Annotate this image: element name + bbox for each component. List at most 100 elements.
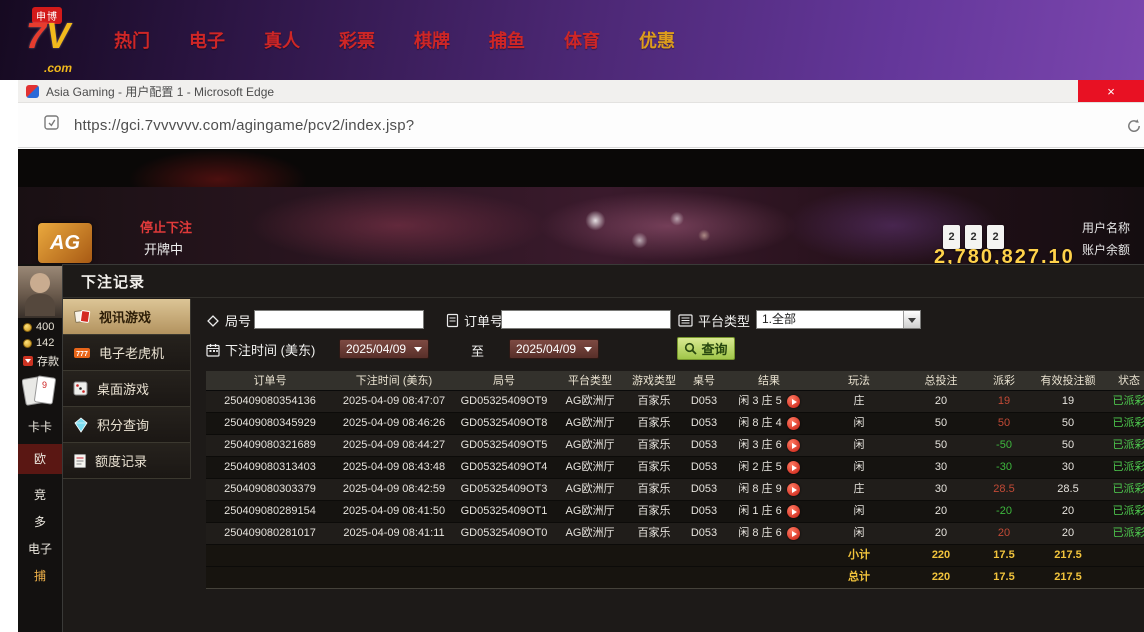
nav-item[interactable]: 体育 [564, 27, 600, 53]
play-icon [792, 443, 797, 449]
tab-points-query[interactable]: 积分查询 [63, 407, 190, 443]
nav-item[interactable]: 真人 [264, 27, 300, 53]
round-id-cell: GD05325409OT3 [454, 479, 554, 500]
result-text: 闲 8 庄 9 [738, 479, 781, 500]
modal-header: 下注记录 [63, 265, 1144, 298]
username-label: 用户名称 [1082, 219, 1130, 236]
round-id-cell: GD05325409OT0 [454, 523, 554, 544]
chevron-down-icon [584, 347, 592, 356]
modal-body: 局号 订单号 平台类型 1.全部 [191, 299, 1144, 632]
result-cell: 闲 3 庄 5 [726, 391, 812, 412]
bet-record-row: 250409080345929 2025-04-09 08:46:26 GD05… [206, 413, 1144, 435]
platform-filter-label: 平台类型 [678, 311, 750, 330]
nav-item[interactable]: 捕鱼 [489, 27, 525, 53]
logo-text: 7V [26, 18, 70, 54]
coin-icon [23, 323, 32, 332]
column-header: 订单号 [206, 371, 334, 390]
nav-item[interactable]: 热门 [114, 27, 150, 53]
cards-icon [73, 309, 91, 325]
order-number-input[interactable] [501, 310, 671, 329]
play-icon [792, 531, 797, 537]
search-icon [684, 342, 697, 355]
nav-item[interactable]: 电子 [189, 27, 225, 53]
table-no-cell: D053 [682, 413, 726, 434]
payout-cell: -20 [976, 501, 1032, 522]
order-id-cell: 250409080289154 [206, 501, 334, 522]
play-video-button[interactable] [787, 461, 800, 474]
column-header: 游戏类型 [626, 371, 682, 390]
date-from-picker[interactable]: 2025/04/09 [339, 339, 429, 359]
diamond-icon [206, 314, 220, 328]
site-info-icon[interactable] [43, 114, 60, 136]
tab-table-games[interactable]: 桌面游戏 [63, 371, 190, 407]
column-header: 有效投注额 [1032, 371, 1104, 390]
play-video-button[interactable] [787, 395, 800, 408]
nav-item[interactable]: 彩票 [339, 27, 375, 53]
url-text[interactable]: https://gci.7vvvvvv.com/agingame/pcv2/in… [74, 117, 414, 134]
bet-record-row: 250409080321689 2025-04-09 08:44:27 GD05… [206, 435, 1144, 457]
deposit-button[interactable]: 存款 [23, 353, 59, 369]
dropdown-arrow-icon[interactable] [903, 311, 920, 328]
rail-menu-item[interactable]: 电子 [18, 537, 62, 561]
search-button[interactable]: 查询 [677, 337, 735, 360]
round-number-input[interactable] [254, 310, 424, 329]
tab-slots[interactable]: 777 电子老虎机 [63, 335, 190, 371]
page-favicon-icon [26, 85, 39, 98]
platform-cell: AG欧洲厅 [554, 435, 626, 456]
close-button[interactable]: × [1078, 80, 1144, 102]
bet-time-cell: 2025-04-09 08:41:11 [334, 523, 454, 544]
play-video-button[interactable] [787, 505, 800, 518]
refresh-icon[interactable] [1126, 118, 1142, 139]
bet-time-cell: 2025-04-09 08:44:27 [334, 435, 454, 456]
bet-time-cell: 2025-04-09 08:43:48 [334, 457, 454, 478]
rail-menu-item[interactable]: 卡卡 [18, 415, 62, 439]
rail-menu-item[interactable]: 竞 [18, 483, 62, 507]
platform-cell: AG欧洲厅 [554, 413, 626, 434]
round-filter-label: 局号 [206, 311, 251, 330]
bet-time-cell: 2025-04-09 08:47:07 [334, 391, 454, 412]
site-logo[interactable]: 申博 7V .com [24, 4, 90, 76]
play-video-button[interactable] [787, 417, 800, 430]
column-header: 局号 [454, 371, 554, 390]
lobby-image-blur [248, 187, 548, 264]
date-to-picker[interactable]: 2025/04/09 [509, 339, 599, 359]
browser-addressbar: https://gci.7vvvvvv.com/agingame/pcv2/in… [18, 103, 1144, 148]
play-type-cell: 闲 [812, 413, 906, 434]
rail-menu-item-active[interactable]: 欧 [18, 444, 62, 474]
total-bet-cell: 30 [906, 479, 976, 500]
calendar-icon [206, 343, 220, 357]
status-cell: 已派彩 [1104, 501, 1144, 522]
valid-bet-cell: 50 [1032, 413, 1104, 434]
column-header: 桌号 [682, 371, 726, 390]
play-video-button[interactable] [787, 527, 800, 540]
tab-label: 桌面游戏 [97, 379, 149, 398]
browser-titlebar[interactable]: Asia Gaming - 用户配置 1 - Microsoft Edge × [18, 80, 1144, 103]
payout-cell: 50 [976, 413, 1032, 434]
gem-icon [73, 417, 89, 433]
table-body: 250409080354136 2025-04-09 08:47:07 GD05… [206, 391, 1144, 545]
total-payout: 17.5 [976, 567, 1032, 588]
play-icon [792, 399, 797, 405]
rail-stat: 142 [23, 337, 54, 349]
nav-item[interactable]: 优惠 [639, 27, 675, 53]
table-no-cell: D053 [682, 457, 726, 478]
result-cell: 闲 8 庄 9 [726, 479, 812, 500]
tab-video-games[interactable]: 视讯游戏 [63, 299, 190, 335]
rail-menu-item[interactable]: 多 [18, 510, 62, 534]
date-from-value: 2025/04/09 [346, 342, 406, 356]
selected-platform-value: 1.全部 [757, 311, 903, 328]
play-video-button[interactable] [787, 439, 800, 452]
dealing-status-label: 开牌中 [144, 239, 183, 258]
status-cell: 已派彩 [1104, 435, 1144, 456]
site-nav-menu: 热门 电子 真人 彩票 棋牌 捕鱼 体育 优惠 [114, 27, 675, 53]
platform-type-select[interactable]: 1.全部 [756, 310, 921, 329]
play-video-button[interactable] [787, 483, 800, 496]
rail-stat: 400 [23, 321, 54, 333]
tab-quota-records[interactable]: 额度记录 [63, 443, 190, 479]
nav-item[interactable]: 棋牌 [414, 27, 450, 53]
order-id-cell: 250409080354136 [206, 391, 334, 412]
table-header-row: 订单号 下注时间 (美东) 局号 平台类型 游戏类型 桌号 结果 玩法 总投注 … [206, 371, 1144, 391]
table-no-cell: D053 [682, 479, 726, 500]
valid-bet-cell: 20 [1032, 523, 1104, 544]
rail-menu-item[interactable]: 捕 [18, 564, 62, 588]
